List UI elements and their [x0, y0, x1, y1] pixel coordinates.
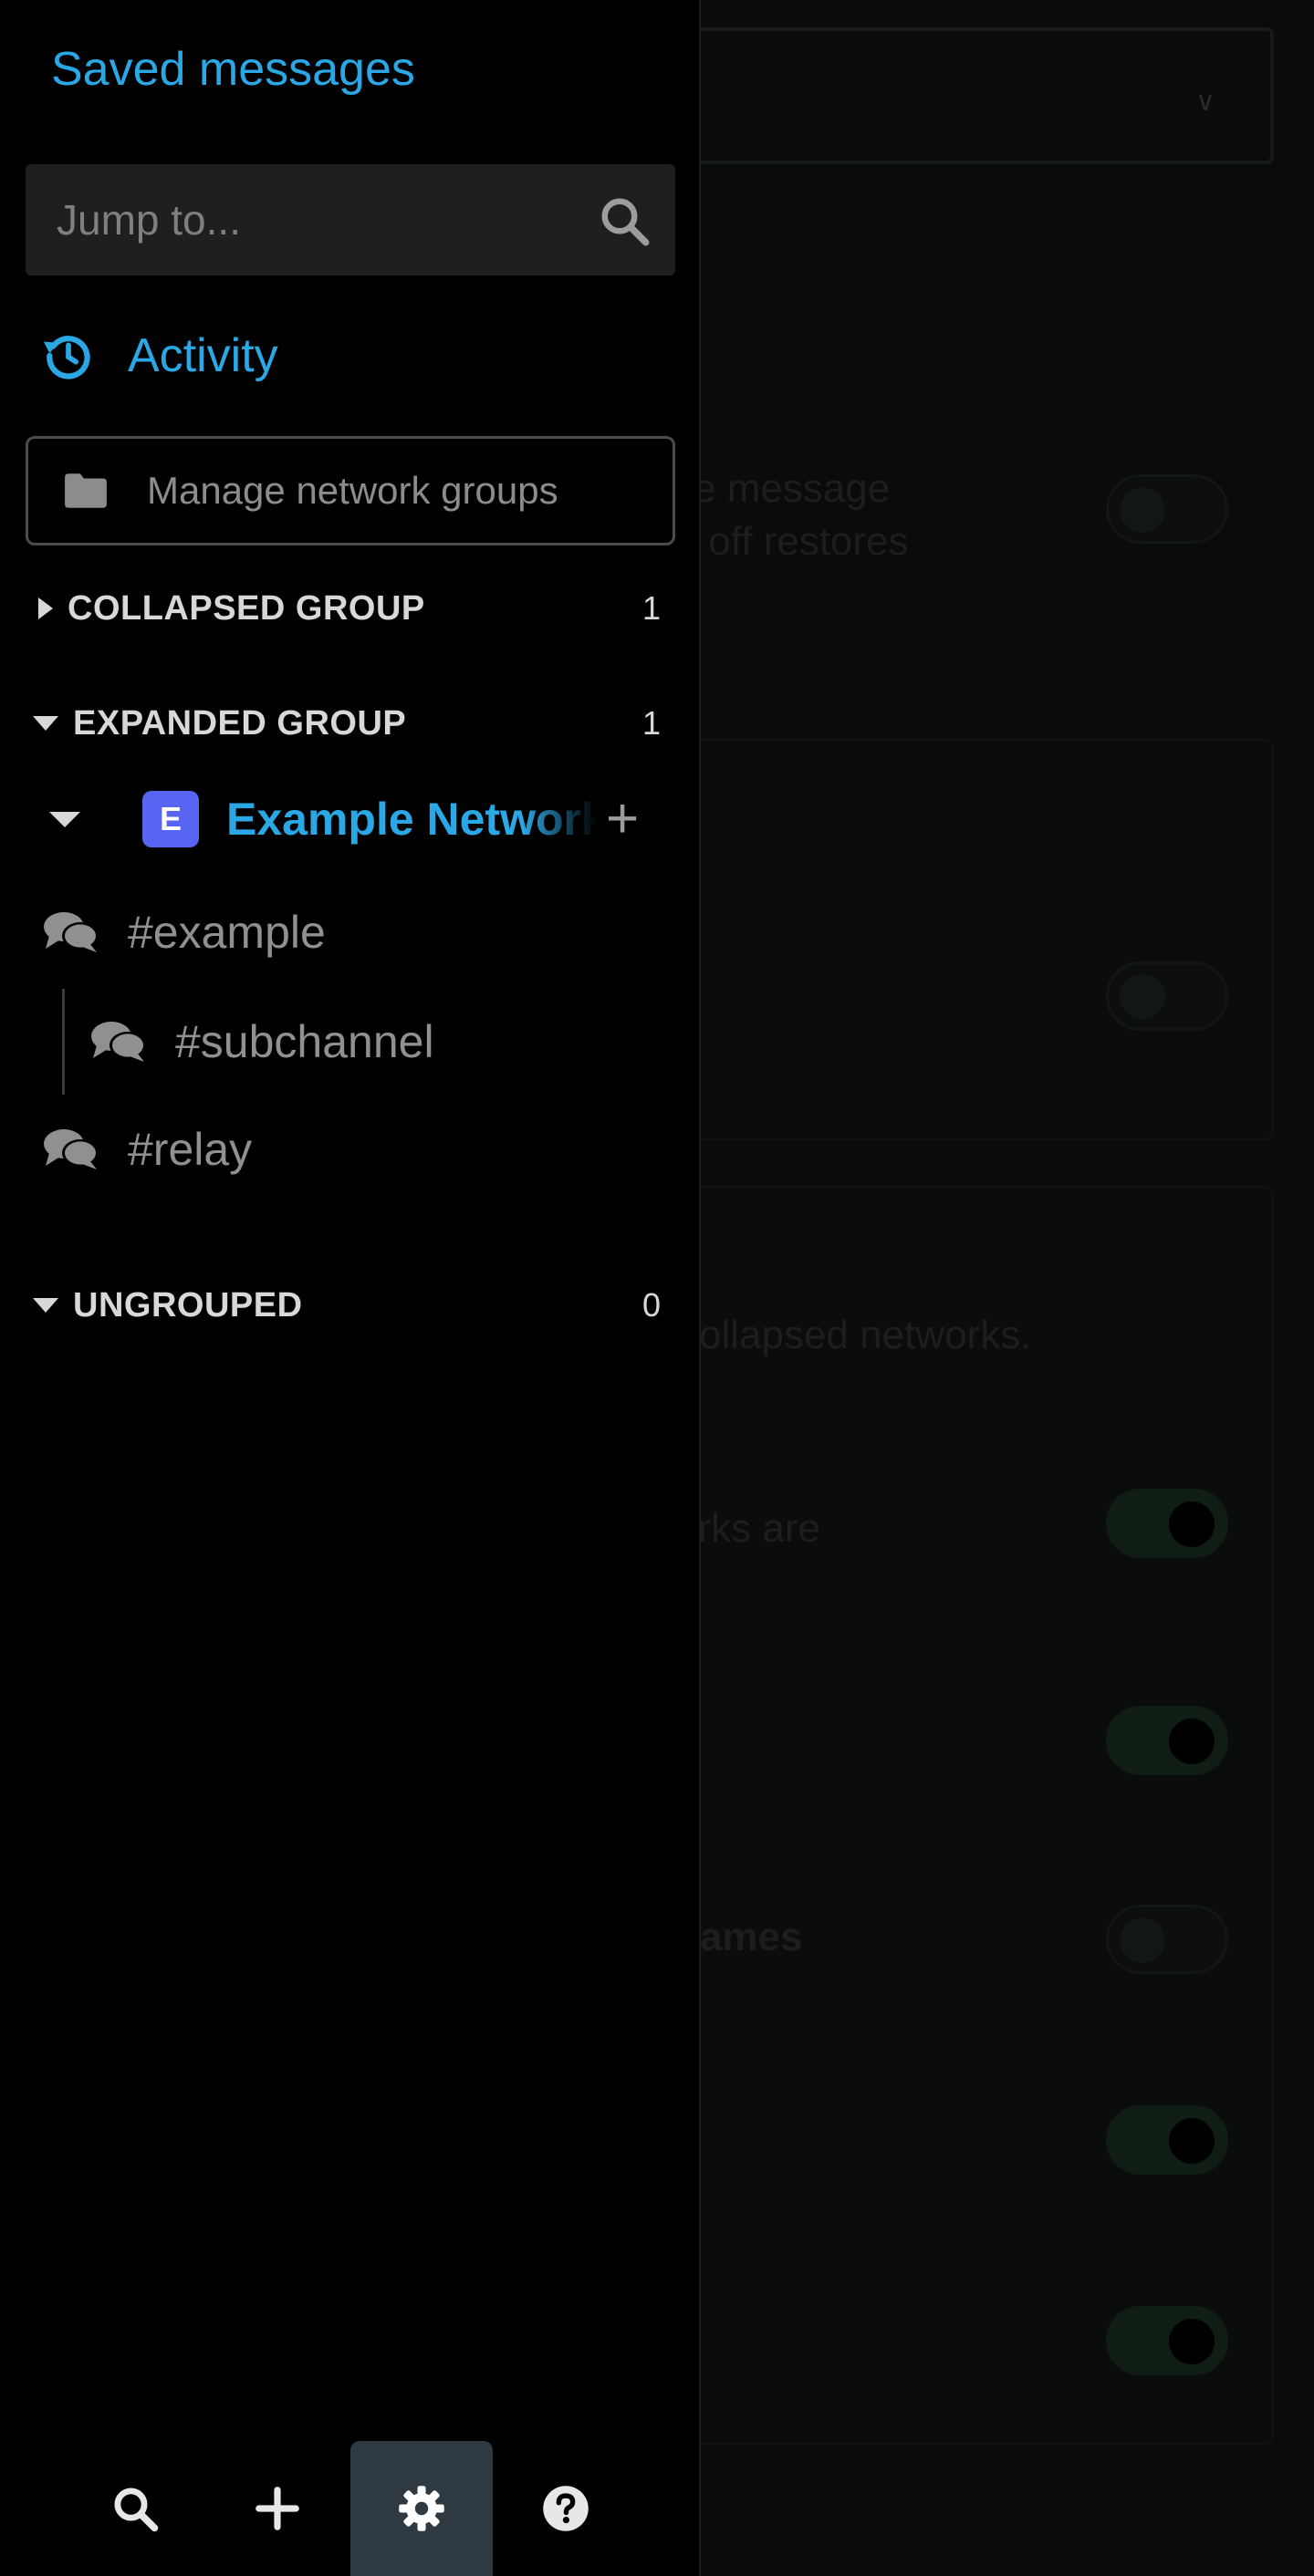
- search-icon[interactable]: [597, 193, 652, 248]
- network-avatar: E: [142, 791, 199, 847]
- chat-bubbles-icon: [91, 1022, 146, 1062]
- plus-icon: [256, 2487, 299, 2530]
- saved-messages-link[interactable]: Saved messages: [51, 36, 415, 102]
- folder-icon: [65, 473, 107, 508]
- manage-network-groups-button[interactable]: Manage network groups: [26, 436, 675, 545]
- caret-down-icon: [33, 716, 58, 731]
- group-count: 1: [641, 704, 661, 742]
- group-label: COLLAPSED GROUP: [68, 588, 425, 628]
- chat-bubbles-icon: [44, 912, 99, 952]
- group-count: 1: [641, 589, 661, 627]
- group-header-ungrouped[interactable]: UNGROUPED 0: [33, 1278, 672, 1333]
- group-count: 0: [641, 1286, 661, 1324]
- caret-down-icon[interactable]: [49, 811, 80, 827]
- channel-name: #relay: [128, 1124, 253, 1175]
- activity-label: Activity: [128, 329, 278, 382]
- chat-bubbles-icon: [44, 1129, 99, 1169]
- gear-icon: [399, 2486, 444, 2531]
- search-button[interactable]: [64, 2441, 206, 2576]
- group-label: EXPANDED GROUP: [73, 703, 407, 743]
- navigation-drawer: Saved messages Activity Manage network g…: [0, 0, 701, 2576]
- background-toggle: [1106, 474, 1228, 544]
- background-toggle: [1106, 1905, 1228, 1974]
- screen: ∨ e message s off restores ollapsed netw…: [0, 0, 1314, 2576]
- channel-item[interactable]: #relay: [42, 1117, 252, 1182]
- manage-network-groups-label: Manage network groups: [147, 469, 558, 512]
- subchannel-indent-line: [62, 989, 65, 1095]
- search-icon: [114, 2488, 159, 2532]
- channel-name: #example: [128, 907, 326, 958]
- channel-name: #subchannel: [175, 1016, 434, 1067]
- network-name: Example Network: [226, 794, 597, 845]
- network-item[interactable]: E Example Network +: [36, 786, 675, 852]
- caret-right-icon: [38, 597, 53, 619]
- chevron-down-icon: ∨: [1195, 87, 1215, 117]
- channel-item[interactable]: #example: [42, 899, 326, 965]
- add-network-button[interactable]: [206, 2441, 349, 2576]
- background-toggle: [1106, 2306, 1228, 2375]
- history-icon: [43, 336, 90, 379]
- background-text: e message: [694, 466, 891, 511]
- background-toggle: [1106, 2105, 1228, 2175]
- channel-item[interactable]: #subchannel: [89, 1009, 434, 1075]
- background-text: s off restores: [677, 519, 909, 564]
- jump-to-input[interactable]: [57, 190, 568, 250]
- caret-down-icon: [33, 1298, 58, 1313]
- help-button[interactable]: [495, 2441, 637, 2576]
- help-icon: [543, 2486, 589, 2531]
- jump-to-field[interactable]: [26, 164, 675, 275]
- group-header-expanded[interactable]: EXPANDED GROUP 1: [33, 696, 672, 751]
- group-label: UNGROUPED: [73, 1285, 303, 1324]
- background-text: ollapsed networks.: [699, 1313, 1032, 1357]
- activity-link[interactable]: Activity: [40, 323, 278, 389]
- background-toggle: [1106, 961, 1228, 1031]
- background-toggle: [1106, 1489, 1228, 1558]
- settings-button[interactable]: [350, 2441, 493, 2576]
- add-channel-button[interactable]: +: [606, 791, 639, 847]
- background-toggle: [1106, 1706, 1228, 1775]
- bottom-toolbar: [0, 2441, 701, 2576]
- group-header-collapsed[interactable]: COLLAPSED GROUP 1: [33, 581, 672, 636]
